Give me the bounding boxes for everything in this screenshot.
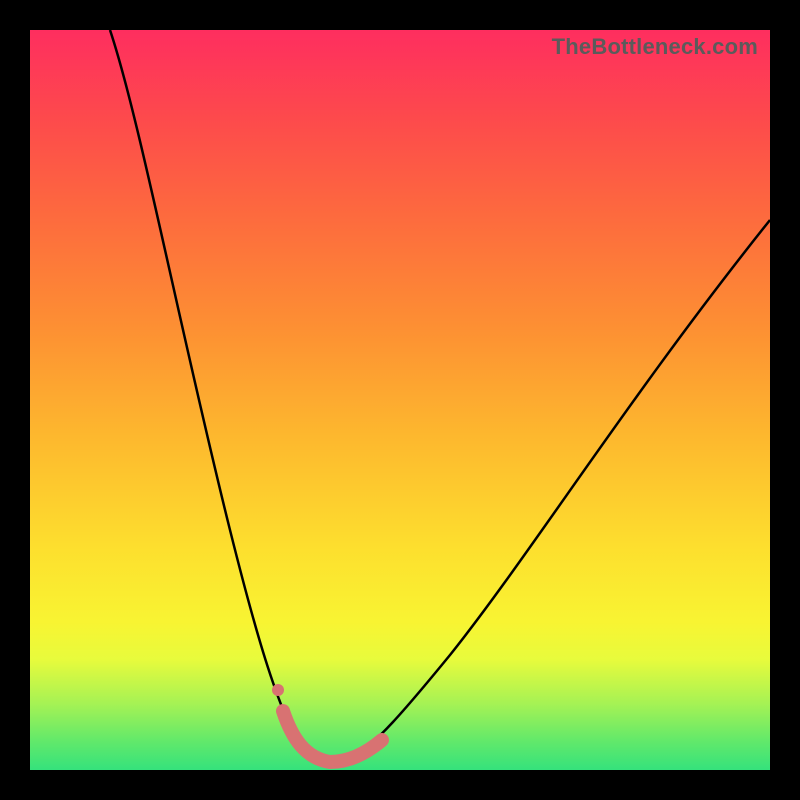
curve-layer [30, 30, 770, 770]
highlight-band [283, 711, 382, 762]
watermark-text: TheBottleneck.com [552, 34, 758, 60]
highlight-dot-icon [272, 684, 284, 696]
chart-frame: TheBottleneck.com [0, 0, 800, 800]
plot-area: TheBottleneck.com [30, 30, 770, 770]
main-curve [110, 30, 770, 763]
